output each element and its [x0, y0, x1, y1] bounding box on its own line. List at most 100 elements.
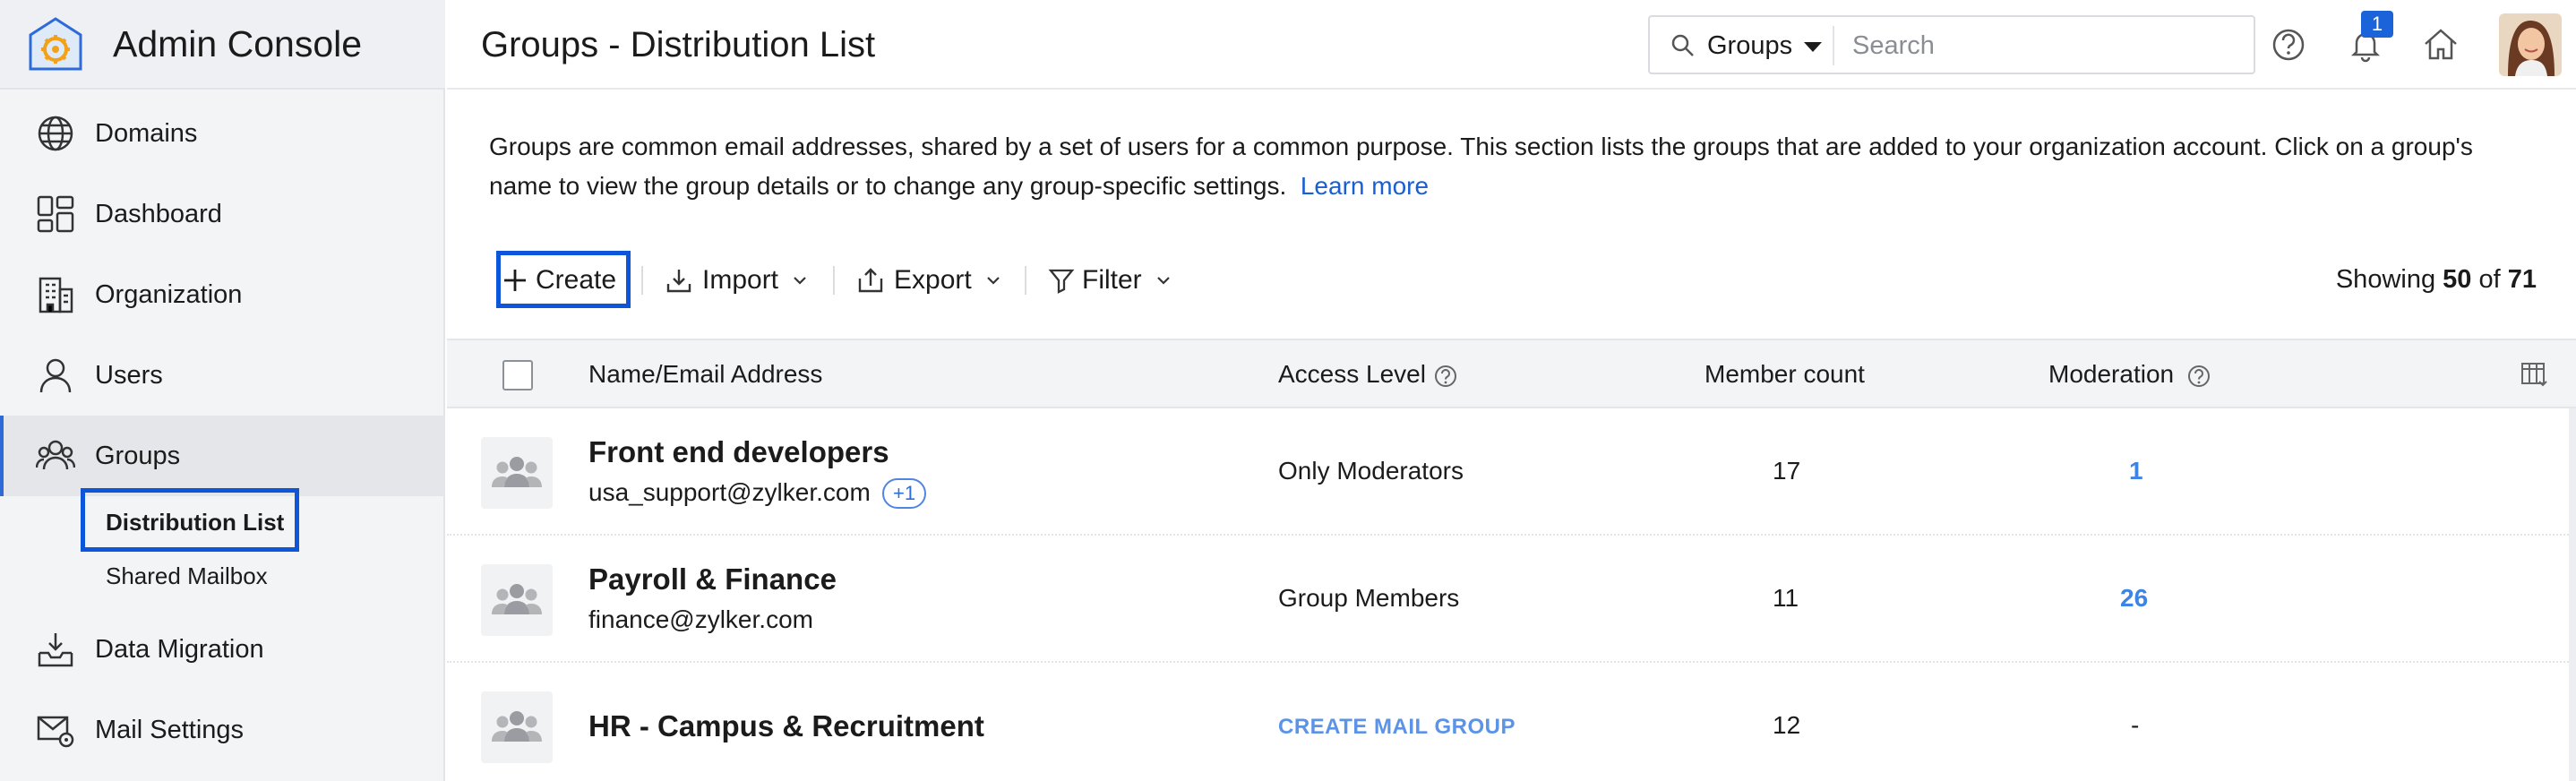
showing-total: 71: [2507, 265, 2537, 294]
user-avatar[interactable]: [2499, 13, 2562, 76]
help-icon[interactable]: [2269, 25, 2308, 64]
sidebar-item-label: Mail Settings: [95, 715, 245, 744]
building-icon: [39, 277, 73, 313]
sidebar-item-users[interactable]: Users: [0, 335, 445, 416]
sidebar-item-label: Users: [95, 360, 163, 390]
sidebar-item-data-migration[interactable]: Data Migration: [0, 609, 445, 690]
search-box: Groups: [1648, 15, 2255, 74]
sidebar-item-groups[interactable]: Groups: [0, 416, 445, 496]
group-people-icon: [492, 711, 542, 742]
table-row[interactable]: Front end developers usa_support@zylker.…: [447, 408, 2576, 536]
description-text: Groups are common email addresses, share…: [489, 133, 2473, 200]
mail-settings-icon: [37, 716, 74, 748]
filter-label: Filter: [1082, 265, 1142, 295]
subnav-shared-mailbox[interactable]: Shared Mailbox: [106, 562, 268, 590]
import-icon: [666, 270, 691, 293]
showing-prefix: Showing: [2335, 265, 2436, 294]
group-name-link[interactable]: Payroll & Finance: [588, 562, 837, 596]
showing-of: of: [2478, 265, 2501, 294]
moderation-header-label: Moderation: [2048, 360, 2175, 388]
group-email: finance@zylker.com: [588, 605, 813, 633]
inbox-download-icon: [38, 633, 73, 667]
group-people-icon: [492, 457, 542, 487]
group-avatar: [481, 564, 553, 636]
page-title: Groups - Distribution List: [481, 25, 876, 64]
sidebar-item-organization[interactable]: Organization: [0, 254, 445, 335]
search-input[interactable]: [1852, 28, 2237, 64]
scrollbar-track[interactable]: [2569, 408, 2576, 781]
export-label: Export: [894, 265, 972, 295]
sidebar: Admin Console Domains Dashboard Organiza…: [0, 0, 445, 781]
group-avatar: [481, 437, 553, 509]
access-header-label: Access Level: [1278, 360, 1426, 388]
top-header: Groups - Distribution List Groups 1: [447, 0, 2576, 90]
group-avatar: [481, 691, 553, 763]
filter-button[interactable]: Filter: [1048, 253, 1172, 308]
distribution-list-highlight-box: [81, 488, 299, 552]
chevron-down-icon[interactable]: [1804, 42, 1822, 52]
showing-count: Showing 50 of 71: [2336, 265, 2537, 295]
toolbar-divider: [641, 266, 643, 295]
sidebar-item-label: Dashboard: [95, 199, 222, 228]
dashboard-icon: [37, 195, 74, 233]
group-name-link[interactable]: HR - Campus & Recruitment: [588, 709, 984, 743]
search-icon: [1671, 34, 1694, 56]
table-row[interactable]: Payroll & Finance finance@zylker.com Gro…: [447, 536, 2576, 663]
toolbar-divider: [833, 266, 835, 295]
search-scope-dropdown[interactable]: Groups: [1707, 31, 1792, 61]
brand-header: Admin Console: [0, 0, 445, 90]
toolbar-divider: [1025, 266, 1026, 295]
access-level: Only Moderators: [1278, 457, 1464, 485]
help-icon[interactable]: [1433, 364, 1458, 389]
moderation-count: -: [2131, 711, 2140, 739]
moderation-count-link[interactable]: 26: [2120, 584, 2148, 613]
sidebar-item-label: Domains: [95, 118, 198, 148]
showing-current: 50: [2443, 265, 2472, 294]
table-header: Name/Email Address Access Level Member c…: [447, 339, 2576, 408]
import-button[interactable]: Import: [665, 253, 809, 308]
globe-icon: [38, 116, 73, 151]
sidebar-item-dashboard[interactable]: Dashboard: [0, 174, 445, 254]
table-row[interactable]: HR - Campus & Recruitment CREATE MAIL GR…: [447, 663, 2576, 781]
sidebar-item-label: Data Migration: [95, 634, 264, 664]
import-label: Import: [702, 265, 779, 295]
avatar-image-icon: [2499, 13, 2562, 76]
learn-more-link[interactable]: Learn more: [1301, 172, 1429, 200]
group-people-icon: [492, 584, 542, 614]
sidebar-item-label: Organization: [95, 279, 243, 309]
group-email: usa_support@zylker.com: [588, 478, 871, 506]
sidebar-item-domains[interactable]: Domains: [0, 93, 445, 174]
member-count: 11: [1773, 584, 1799, 612]
page-description: Groups are common email addresses, share…: [489, 127, 2540, 206]
help-icon[interactable]: [2186, 364, 2211, 389]
create-highlight-box: [496, 251, 631, 308]
home-icon[interactable]: [2421, 25, 2460, 64]
notification-badge: 1: [2361, 11, 2393, 38]
select-all-checkbox[interactable]: [502, 360, 533, 390]
chevron-down-icon: [794, 277, 806, 285]
groups-icon: [36, 440, 75, 470]
app-title: Admin Console: [113, 23, 363, 64]
sidebar-item-label: Groups: [95, 441, 181, 470]
member-count: 12: [1773, 711, 1801, 739]
admin-console-logo-icon: [29, 17, 82, 71]
member-count: 17: [1773, 457, 1801, 485]
column-header-access[interactable]: Access Level: [1278, 360, 1458, 389]
filter-icon: [1048, 269, 1075, 294]
chevron-down-icon: [1156, 277, 1170, 285]
user-icon: [39, 358, 72, 393]
column-settings-icon[interactable]: [2520, 360, 2548, 389]
export-icon: [858, 268, 883, 293]
column-header-moderation[interactable]: Moderation: [2048, 360, 2211, 389]
sidebar-item-mail-settings[interactable]: Mail Settings: [0, 690, 445, 770]
chevron-down-icon: [986, 277, 1000, 285]
column-header-member-count[interactable]: Member count: [1704, 360, 1865, 389]
moderation-count-link[interactable]: 1: [2129, 457, 2143, 485]
column-header-name[interactable]: Name/Email Address: [588, 360, 822, 389]
access-level: Group Members: [1278, 584, 1460, 612]
export-button[interactable]: Export: [856, 253, 1002, 308]
extra-email-badge[interactable]: +1: [882, 478, 927, 509]
search-divider: [1833, 26, 1834, 65]
group-name-link[interactable]: Front end developers: [588, 435, 889, 469]
create-mail-group-link[interactable]: CREATE MAIL GROUP: [1278, 715, 1516, 740]
